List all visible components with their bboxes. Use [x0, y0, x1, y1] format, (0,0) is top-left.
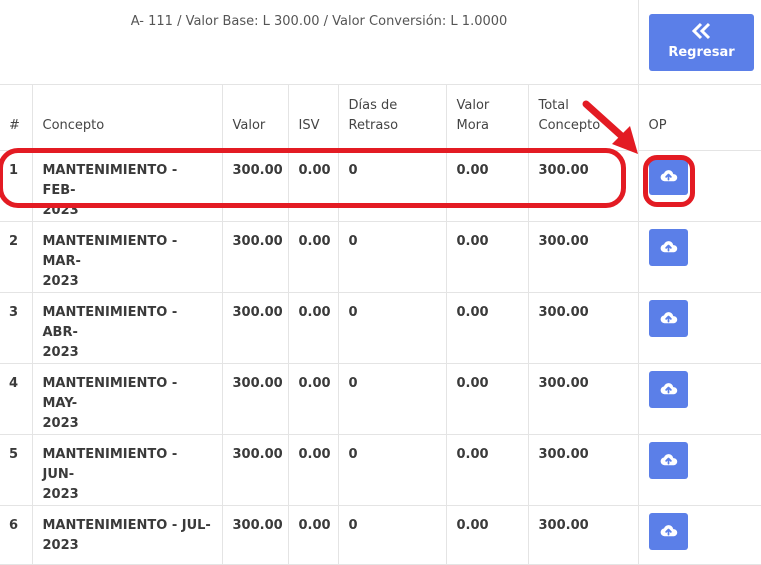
col-valor-mora: Valor Mora	[446, 84, 529, 151]
row-isv: 0.00	[288, 434, 339, 506]
table-row: 2 MANTENIMIENTO - MAR- 2023 300.00 0.00 0 0.00…	[0, 221, 761, 293]
row-num: 6	[0, 505, 33, 565]
table-row: 3 MANTENIMIENTO - ABR- 2023 300.00 0.00 0 0.00…	[0, 292, 761, 364]
concepto-year: 2023	[42, 486, 79, 502]
row-dias: 0	[338, 150, 447, 222]
row-mora: 0.00	[446, 434, 529, 506]
row-isv: 0.00	[288, 505, 339, 565]
col-dias-retraso: Días de Retraso	[338, 84, 447, 151]
upload-button[interactable]	[648, 157, 688, 195]
concepto-line: MANTENIMIENTO - MAR-	[42, 233, 178, 269]
upload-button[interactable]	[648, 299, 688, 337]
row-mora: 0.00	[446, 221, 529, 293]
col-concepto: Concepto	[32, 84, 223, 151]
table-row: 5 MANTENIMIENTO - JUN- 2023 300.00 0.00 0 0.00…	[0, 434, 761, 506]
row-mora: 0.00	[446, 505, 529, 565]
row-num: 4	[0, 363, 33, 435]
row-mora: 0.00	[446, 150, 529, 222]
concepto-line: MANTENIMIENTO - JUN-	[42, 446, 178, 482]
row-isv: 0.00	[288, 292, 339, 364]
row-valor: 300.00	[222, 505, 289, 565]
row-valor: 300.00	[222, 150, 289, 222]
row-op	[638, 434, 761, 506]
row-op	[638, 363, 761, 435]
concepto-line: MANTENIMIENTO - FEB-	[42, 162, 178, 198]
row-concepto: MANTENIMIENTO - ABR- 2023	[32, 292, 223, 364]
row-concepto: MANTENIMIENTO - FEB- 2023	[32, 150, 223, 222]
upload-button[interactable]	[648, 370, 688, 408]
row-dias: 0	[338, 221, 447, 293]
row-op	[638, 292, 761, 364]
row-isv: 0.00	[288, 221, 339, 293]
row-concepto: MANTENIMIENTO - MAR- 2023	[32, 221, 223, 293]
col-num: #	[0, 84, 33, 151]
table-row: 4 MANTENIMIENTO - MAY- 2023 300.00 0.00 0 0.00…	[0, 363, 761, 435]
divider	[638, 0, 639, 84]
row-dias: 0	[338, 292, 447, 364]
row-valor: 300.00	[222, 292, 289, 364]
row-mora: 0.00	[446, 292, 529, 364]
row-mora: 0.00	[446, 363, 529, 435]
row-total: 300.00	[528, 221, 639, 293]
row-op	[638, 221, 761, 293]
row-isv: 0.00	[288, 363, 339, 435]
row-num: 2	[0, 221, 33, 293]
row-concepto: MANTENIMIENTO - JUN- 2023	[32, 434, 223, 506]
row-dias: 0	[338, 505, 447, 565]
row-valor: 300.00	[222, 221, 289, 293]
upload-button[interactable]	[648, 228, 688, 266]
concepto-year: 2023	[42, 415, 79, 431]
concepts-table: # Concepto Valor ISV Días de Retraso Valo…	[0, 84, 761, 565]
row-concepto: MANTENIMIENTO - JUL- 2023	[32, 505, 223, 565]
row-valor: 300.00	[222, 363, 289, 435]
row-num: 5	[0, 434, 33, 506]
row-dias: 0	[338, 434, 447, 506]
concepto-line: MANTENIMIENTO - ABR-	[42, 304, 178, 340]
col-isv: ISV	[288, 84, 339, 151]
row-total: 300.00	[528, 292, 639, 364]
top-info-row: A- 111 / Valor Base: L 300.00 / Valor Co…	[0, 0, 761, 85]
row-valor: 300.00	[222, 434, 289, 506]
concepto-year: 2023	[42, 537, 79, 553]
row-total: 300.00	[528, 150, 639, 222]
row-num: 3	[0, 292, 33, 364]
table-row: 1 MANTENIMIENTO - FEB- 2023 300.00 0.00 0 0.00…	[0, 150, 761, 222]
row-total: 300.00	[528, 363, 639, 435]
upload-button[interactable]	[648, 441, 688, 479]
row-num: 1	[0, 150, 33, 222]
concepto-line: MANTENIMIENTO - MAY-	[42, 375, 178, 411]
chevrons-left-icon	[649, 22, 754, 43]
arrow-annotation	[582, 100, 638, 154]
regresar-button[interactable]: Regresar	[649, 14, 754, 71]
row-op	[638, 150, 761, 222]
col-valor: Valor	[222, 84, 289, 151]
account-info: A- 111 / Valor Base: L 300.00 / Valor Co…	[130, 14, 508, 29]
concepto-year: 2023	[42, 202, 79, 218]
row-op	[638, 505, 761, 565]
row-isv: 0.00	[288, 150, 339, 222]
concepto-year: 2023	[42, 344, 79, 360]
concepto-line: MANTENIMIENTO - JUL-	[42, 517, 211, 533]
row-concepto: MANTENIMIENTO - MAY- 2023	[32, 363, 223, 435]
table-row: 6 MANTENIMIENTO - JUL- 2023 300.00 0.00 0 0.00…	[0, 505, 761, 565]
col-op: OP	[638, 84, 761, 151]
regresar-label: Regresar	[668, 45, 735, 60]
table-header: # Concepto Valor ISV Días de Retraso Valo…	[0, 84, 761, 151]
upload-button[interactable]	[648, 512, 688, 550]
row-total: 300.00	[528, 434, 639, 506]
concepto-year: 2023	[42, 273, 79, 289]
row-total: 300.00	[528, 505, 639, 565]
row-dias: 0	[338, 363, 447, 435]
